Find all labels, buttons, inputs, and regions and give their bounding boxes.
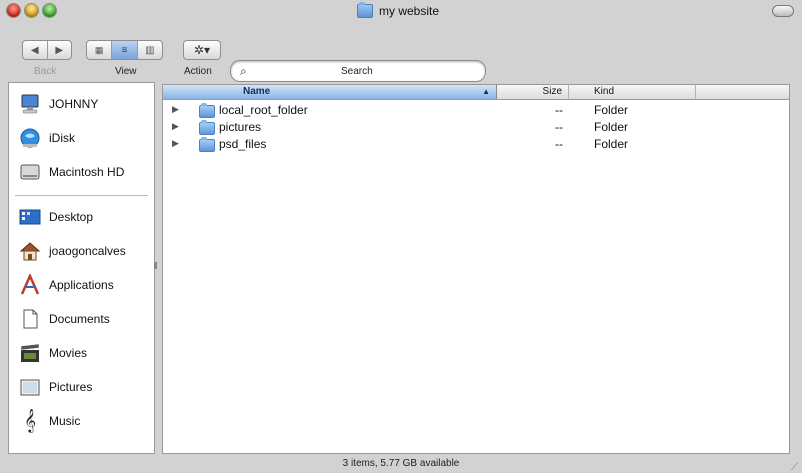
- column-header-label: Name: [243, 86, 271, 97]
- sidebar-item-label: Applications: [49, 278, 114, 292]
- sidebar-item-applications[interactable]: Applications: [9, 270, 154, 300]
- pictures-icon: [19, 376, 41, 398]
- icon-view-icon: ▦: [94, 44, 104, 55]
- zoom-button[interactable]: [43, 4, 56, 17]
- item-name: local_root_folder: [219, 103, 308, 117]
- disclosure-triangle-icon[interactable]: ▶: [172, 138, 179, 149]
- sidebar-item-label: Macintosh HD: [49, 165, 125, 179]
- desktop-icon: [19, 206, 41, 228]
- sidebar-item-label: Movies: [49, 346, 88, 360]
- list-item[interactable]: ▶ local_root_folder -- Folder: [163, 102, 789, 118]
- folder-icon: [199, 137, 215, 152]
- column-header-kind[interactable]: Kind: [570, 85, 696, 99]
- idisk-icon: [19, 127, 41, 149]
- movies-icon: [19, 342, 41, 364]
- sidebar-item-label: Desktop: [49, 210, 94, 224]
- back-button[interactable]: ◀: [23, 41, 48, 59]
- resize-grip-icon[interactable]: ⟋: [791, 459, 798, 473]
- column-view-icon: ▥: [145, 44, 155, 56]
- list-item[interactable]: ▶ pictures -- Folder: [163, 119, 789, 135]
- back-forward-control: ◀ ▶: [22, 40, 72, 60]
- sidebar: JOHNNY iDisk Macintosh HD Desktop joaogo…: [8, 82, 155, 454]
- sidebar-item-desktop[interactable]: Desktop: [9, 202, 154, 232]
- window-title-group: my website: [357, 2, 439, 20]
- sidebar-item-home[interactable]: joaogoncalves: [9, 236, 154, 266]
- sidebar-divider: [15, 195, 148, 196]
- sidebar-item-label: Documents: [49, 312, 110, 326]
- action-label: Action: [184, 66, 212, 77]
- gear-icon: ✲▾: [193, 43, 211, 57]
- item-kind: Folder: [594, 103, 629, 117]
- view-control: ▦ ≡ ▥: [86, 40, 163, 60]
- column-header-size[interactable]: Size: [498, 85, 569, 99]
- toolbar-toggle-button[interactable]: [772, 5, 794, 17]
- minimize-button[interactable]: [25, 4, 38, 17]
- search-icon: ⌕: [240, 64, 247, 78]
- status-bar: 3 items, 5.77 GB available ⟋: [0, 455, 802, 473]
- sidebar-item-label: iDisk: [49, 131, 75, 145]
- search-label: Search: [341, 66, 373, 77]
- folder-icon: [199, 120, 215, 135]
- forward-button[interactable]: ▶: [48, 41, 72, 59]
- item-size: --: [555, 120, 563, 134]
- list-header: Name ▲ Size Kind: [163, 85, 789, 100]
- list-view-button[interactable]: ≡: [112, 41, 138, 59]
- finder-window: my website ◀ ▶ ▦ ≡ ▥ ✲▾ ⌕ Back View Acti…: [0, 0, 802, 473]
- title-bar[interactable]: my website: [0, 0, 802, 22]
- column-view-button[interactable]: ▥: [138, 41, 162, 59]
- sidebar-item-idisk[interactable]: iDisk: [9, 123, 154, 153]
- item-name: psd_files: [219, 137, 267, 151]
- computer-icon: [19, 93, 41, 115]
- icon-view-button[interactable]: ▦: [87, 41, 113, 59]
- action-menu-button[interactable]: ✲▾: [183, 40, 221, 60]
- sidebar-item-label: JOHNNY: [49, 97, 99, 111]
- sidebar-item-label: Music: [49, 414, 81, 428]
- forward-arrow-icon: ▶: [55, 44, 64, 56]
- sidebar-item-documents[interactable]: Documents: [9, 304, 154, 334]
- item-kind: Folder: [594, 137, 629, 151]
- item-kind: Folder: [594, 120, 629, 134]
- folder-icon: [357, 2, 373, 18]
- sidebar-item-johnny[interactable]: JOHNNY: [9, 89, 154, 119]
- back-label: Back: [34, 66, 57, 77]
- sort-arrow-icon: ▲: [482, 87, 490, 96]
- item-name: pictures: [219, 120, 262, 134]
- sidebar-item-label: Pictures: [49, 380, 93, 394]
- sidebar-item-pictures[interactable]: Pictures: [9, 372, 154, 402]
- toolbar: ◀ ▶ ▦ ≡ ▥ ✲▾ ⌕ Back View Action Search: [0, 22, 802, 82]
- folder-icon: [199, 103, 215, 118]
- list-view-icon: ≡: [121, 44, 128, 56]
- documents-icon: [19, 308, 41, 330]
- home-icon: [19, 240, 41, 262]
- disclosure-triangle-icon[interactable]: ▶: [172, 121, 179, 132]
- sidebar-item-label: joaogoncalves: [49, 244, 126, 258]
- view-label: View: [115, 66, 137, 77]
- item-size: --: [555, 137, 563, 151]
- column-header-name[interactable]: Name ▲: [163, 85, 497, 99]
- sidebar-item-macintosh-hd[interactable]: Macintosh HD: [9, 157, 154, 187]
- file-list: Name ▲ Size Kind ▶ local_root_folder -- …: [162, 84, 790, 454]
- list-item[interactable]: ▶ psd_files -- Folder: [163, 136, 789, 152]
- sidebar-item-movies[interactable]: Movies: [9, 338, 154, 368]
- status-text: 3 items, 5.77 GB available: [342, 458, 460, 469]
- music-icon: 𝄞: [24, 409, 36, 432]
- disclosure-triangle-icon[interactable]: ▶: [172, 104, 179, 115]
- sidebar-item-music[interactable]: 𝄞 Music: [9, 406, 154, 436]
- window-title: my website: [379, 4, 440, 18]
- hard-drive-icon: [19, 161, 41, 183]
- sidebar-resize-handle[interactable]: [154, 262, 157, 269]
- item-size: --: [555, 103, 563, 117]
- close-button[interactable]: [7, 4, 20, 17]
- applications-icon: [19, 274, 41, 296]
- back-arrow-icon: ◀: [30, 44, 39, 56]
